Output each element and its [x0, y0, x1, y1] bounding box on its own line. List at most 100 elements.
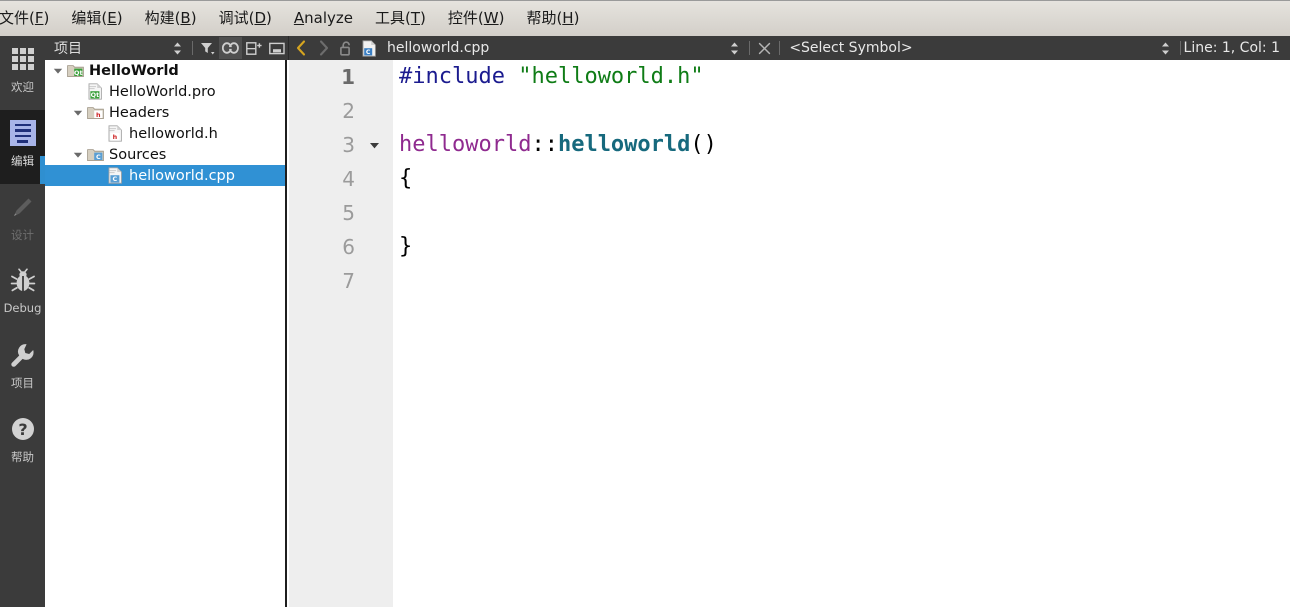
project-panel-toolbar: 项目 — [45, 36, 288, 60]
sync-updown-button[interactable] — [166, 37, 189, 59]
symbol-selector-button[interactable] — [1154, 37, 1177, 59]
close-file-button[interactable] — [753, 37, 776, 59]
expand-arrow-icon[interactable] — [71, 102, 85, 123]
menu-analyze[interactable]: Analyze — [283, 11, 364, 26]
line-number: 6 — [342, 235, 355, 259]
menu-file[interactable]: 文件(F) — [0, 11, 60, 26]
tree-row-folder-sources[interactable]: C Sources — [45, 144, 285, 165]
tree-row-file-header[interactable]: h helloworld.h — [45, 123, 285, 144]
mode-item-debug[interactable]: Debug — [0, 258, 45, 332]
lock-file-button[interactable] — [335, 37, 358, 59]
cpp-folder-icon-wrap: C — [85, 144, 105, 165]
mode-item-edit[interactable]: 编辑 — [0, 110, 45, 184]
h-file-icon-wrap: h — [105, 123, 125, 144]
fold-marker-icon[interactable] — [369, 141, 380, 150]
bug-icon-wrap — [8, 266, 38, 296]
code-editor[interactable]: 1 #include "helloworld.h" 23 helloworld::he… — [289, 60, 1290, 607]
link-with-editor-button[interactable] — [219, 37, 242, 59]
code-line[interactable]: 5 — [289, 196, 1290, 230]
qt-folder-icon: Qt — [66, 65, 84, 77]
line-number: 3 — [342, 133, 355, 157]
tree-indent-spacer — [71, 81, 85, 102]
code-line-text[interactable]: #include "helloworld.h" — [393, 60, 1290, 94]
code-line[interactable]: 1 #include "helloworld.h" — [289, 60, 1290, 94]
pencil-icon-wrap — [8, 192, 38, 222]
code-token-pun: :: — [531, 132, 558, 157]
expand-arrow-icon[interactable] — [71, 144, 85, 165]
mode-label-projects: 项目 — [11, 376, 34, 390]
code-line[interactable]: 3 helloworld::helloworld() — [289, 128, 1290, 162]
cpp-file-icon-wrap: C — [105, 165, 125, 186]
code-line[interactable]: 7 — [289, 264, 1290, 298]
bug-icon — [10, 268, 35, 292]
question-icon-wrap: ? — [8, 414, 38, 444]
qt-folder-icon-wrap: Qt — [65, 60, 85, 81]
cpp-file-icon: C — [108, 167, 122, 184]
close-x-icon — [759, 42, 771, 54]
code-line[interactable]: 4{ — [289, 162, 1290, 196]
menu-widgets[interactable]: 控件(W) — [437, 11, 516, 26]
up-down-arrows-icon — [1161, 42, 1169, 54]
mode-item-help[interactable]: ? 帮助 — [0, 406, 45, 480]
svg-text:Qt: Qt — [74, 69, 83, 77]
tree-label: helloworld.h — [129, 125, 218, 142]
close-pane-button[interactable] — [265, 37, 288, 59]
menu-help[interactable]: 帮助(H) — [515, 11, 590, 26]
svg-text:C: C — [366, 49, 371, 56]
qt-creator-window: 文件(F) 编辑(E) 构建(B) 调试(D) Analyze 工具(T) 控件(W) 帮助(… — [0, 0, 1290, 607]
mode-label-help: 帮助 — [11, 450, 34, 464]
menu-bar: 文件(F) 编辑(E) 构建(B) 调试(D) Analyze 工具(T) 控件(W) 帮助(… — [0, 0, 1290, 36]
h-file-icon: h — [108, 125, 122, 142]
navigate-back-button[interactable] — [289, 37, 312, 59]
grid-icon-wrap — [8, 44, 38, 74]
tree-label: Headers — [109, 104, 170, 121]
menu-tools[interactable]: 工具(T) — [364, 11, 437, 26]
code-token-str: "helloworld.h" — [518, 64, 704, 89]
split-add-button[interactable] — [242, 37, 265, 59]
grid-icon — [11, 48, 34, 70]
svg-text:h: h — [96, 111, 101, 119]
toolbar-separator — [749, 41, 751, 55]
file-selector-button[interactable] — [723, 37, 746, 59]
edit-icon-wrap — [8, 118, 38, 148]
tree-row-file-source[interactable]: Chelloworld.cpp — [45, 165, 285, 186]
symbol-selector[interactable]: <Select Symbol> — [789, 40, 1153, 56]
close-pane-icon — [268, 42, 285, 54]
fold-column[interactable] — [355, 141, 393, 150]
line-number: 5 — [342, 201, 355, 225]
mode-item-welcome[interactable]: 欢迎 — [0, 36, 45, 110]
line-number: 4 — [342, 167, 355, 191]
tree-label: HelloWorld — [89, 62, 179, 79]
code-line-text[interactable]: helloworld::helloworld() — [393, 128, 1290, 162]
svg-text:C: C — [95, 153, 100, 161]
tree-row-folder-headers[interactable]: h Headers — [45, 102, 285, 123]
mode-label-design: 设计 — [11, 228, 34, 242]
code-line-text[interactable]: } — [393, 230, 1290, 264]
expand-arrow-icon[interactable] — [51, 60, 65, 81]
tree-row-file-pro[interactable]: Qt HelloWorld.pro — [45, 81, 285, 102]
navigate-forward-button[interactable] — [312, 37, 335, 59]
menu-edit[interactable]: 编辑(E) — [60, 11, 133, 26]
project-panel-title: 项目 — [54, 41, 82, 57]
tree-row-project-root[interactable]: Qt HelloWorld — [45, 60, 285, 81]
open-file-name[interactable]: helloworld.cpp — [387, 40, 489, 56]
menu-build[interactable]: 构建(B) — [134, 11, 208, 26]
cursor-position-indicator[interactable]: Line: 1, Col: 1 — [1184, 40, 1290, 56]
code-line[interactable]: 2 — [289, 94, 1290, 128]
tree-label: helloworld.cpp — [129, 167, 235, 184]
mode-item-design[interactable]: 设计 — [0, 184, 45, 258]
code-area[interactable]: 1 #include "helloworld.h" 23 helloworld::he… — [289, 60, 1290, 607]
qt-pro-file-icon: Qt — [88, 83, 102, 100]
menu-debug[interactable]: 调试(D) — [208, 11, 283, 26]
code-line[interactable]: 6} — [289, 230, 1290, 264]
code-token-pun — [505, 64, 518, 89]
mode-selector-bar: 欢迎 编辑 设计 Debug 项目? 帮助 — [0, 36, 45, 607]
mode-label-debug: Debug — [3, 301, 42, 315]
cpp-file-icon: C — [362, 39, 376, 57]
forward-arrow-icon — [319, 40, 328, 56]
cpp-folder-icon: C — [86, 149, 104, 161]
mode-item-projects[interactable]: 项目 — [0, 332, 45, 406]
filter-button[interactable] — [196, 37, 219, 59]
svg-text:C: C — [112, 175, 117, 183]
code-line-text[interactable]: { — [393, 162, 1290, 196]
